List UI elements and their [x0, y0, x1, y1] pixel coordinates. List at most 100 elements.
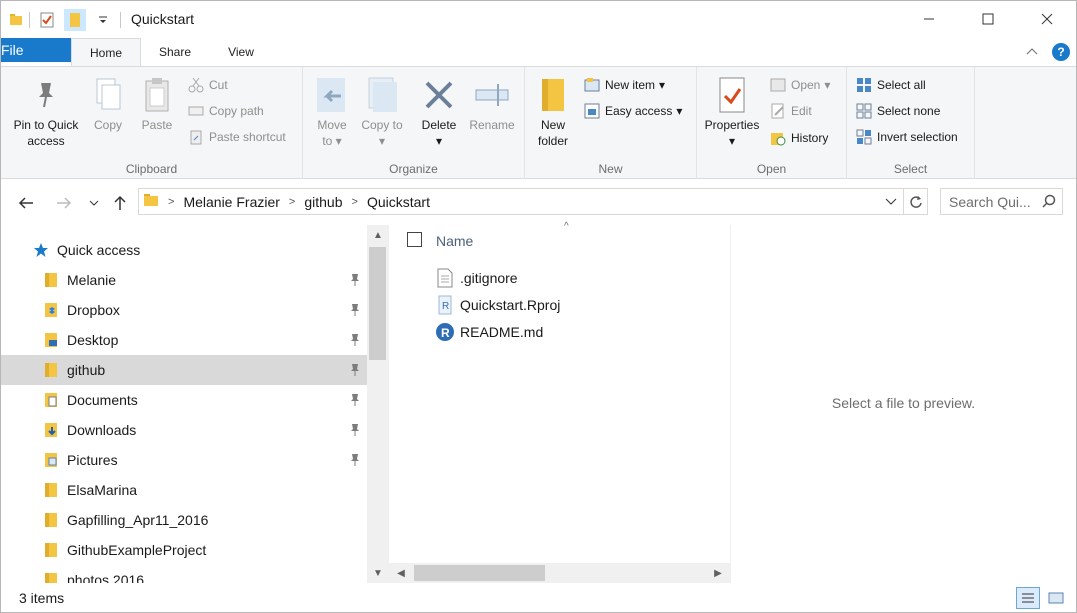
title-bar: Quickstart [1, 1, 1076, 38]
breadcrumb-github[interactable]: github [298, 194, 348, 210]
up-button[interactable] [109, 192, 131, 214]
file-row-readme[interactable]: R README.md [435, 320, 543, 344]
search-input[interactable]: Search Qui... [940, 188, 1063, 215]
nav-item-quick-access[interactable]: Quick access [1, 235, 367, 265]
hscroll-thumb[interactable] [414, 565, 545, 581]
rename-button[interactable]: Rename [465, 73, 519, 133]
up-arrow-icon [114, 195, 126, 210]
close-button[interactable] [1017, 1, 1076, 37]
move-to-icon [311, 73, 353, 117]
pin-icon[interactable] [349, 453, 361, 470]
edit-button[interactable]: Edit [769, 101, 812, 121]
move-to-button[interactable]: Move to ▾ [311, 73, 353, 149]
copy-button[interactable]: Copy [87, 73, 129, 133]
chevron-right-icon[interactable]: > [165, 196, 177, 208]
details-view-button[interactable] [1016, 587, 1040, 609]
select-all-button[interactable]: Select all [855, 75, 926, 95]
column-name[interactable]: Name [436, 233, 473, 249]
clipboard-group: Pin to Quick access Copy Paste Cut Copy … [1, 67, 303, 179]
scroll-right-icon[interactable]: ▶ [708, 563, 728, 583]
folder-icon [43, 512, 59, 531]
pin-to-quick-access-button[interactable]: Pin to Quick access [7, 73, 85, 149]
large-icons-view-button[interactable] [1044, 587, 1068, 609]
navigation-bar: > Melanie Frazier > github > Quickstart … [1, 180, 1076, 224]
nav-item-documents[interactable]: Documents [1, 385, 367, 415]
easy-access-button[interactable]: Easy access ▾ [583, 101, 682, 121]
new-folder-button[interactable]: New folder [531, 73, 575, 149]
new-item-button[interactable]: New item ▾ [583, 75, 665, 95]
open-button[interactable]: Open ▾ [769, 75, 830, 95]
preview-message: Select a file to preview. [831, 395, 976, 411]
tab-share[interactable]: Share [141, 38, 209, 66]
new-folder-qat-button[interactable] [64, 9, 86, 31]
pin-icon[interactable] [349, 273, 361, 290]
history-button[interactable]: History [769, 128, 828, 148]
ribbon-tabs: File Home Share View ? [1, 38, 1076, 67]
chevron-right-icon[interactable]: > [349, 196, 361, 208]
select-all-checkbox[interactable] [407, 232, 422, 247]
item-count: 3 items [19, 590, 65, 606]
cut-button[interactable]: Cut [187, 75, 228, 95]
organize-group: Move to ▾ Copy to ▾ Delete ▾ Rename Orga… [303, 67, 525, 179]
chevron-right-icon[interactable]: > [286, 196, 298, 208]
nav-item-downloads[interactable]: Downloads [1, 415, 367, 445]
scroll-left-icon[interactable]: ◀ [391, 563, 411, 583]
pin-icon[interactable] [349, 333, 361, 350]
nav-item-melanie[interactable]: Melanie [1, 265, 367, 295]
nav-item-dropbox[interactable]: Dropbox [1, 295, 367, 325]
back-button[interactable] [15, 192, 37, 214]
tab-file[interactable]: File [1, 38, 71, 62]
pin-icon[interactable] [349, 423, 361, 440]
column-header: ^ Name [389, 221, 730, 255]
address-bar[interactable]: > Melanie Frazier > github > Quickstart [138, 188, 928, 215]
clipboard-label: Clipboard [125, 162, 178, 176]
invert-selection-button[interactable]: Invert selection [855, 127, 958, 147]
maximize-button[interactable] [958, 1, 1017, 37]
file-list-hscrollbar[interactable]: ◀ ▶ [389, 563, 730, 583]
select-none-button[interactable]: Select none [855, 101, 940, 121]
scroll-up-icon[interactable]: ▲ [367, 225, 389, 245]
pin-icon[interactable] [349, 393, 361, 410]
tab-view[interactable]: View [209, 38, 273, 66]
pin-icon[interactable] [349, 363, 361, 380]
address-dropdown-chevron-icon[interactable] [879, 189, 903, 214]
nav-item-photos-2016[interactable]: photos 2016 [1, 565, 367, 583]
breadcrumb-user[interactable]: Melanie Frazier [177, 194, 285, 210]
pin-icon[interactable] [349, 303, 361, 320]
folder-icon [43, 542, 59, 561]
breadcrumb-quickstart[interactable]: Quickstart [361, 194, 436, 210]
forward-button[interactable] [53, 192, 75, 214]
refresh-icon[interactable] [903, 189, 927, 214]
nav-item-gapfilling[interactable]: Gapfilling_Apr11_2016 [1, 505, 367, 535]
collapse-ribbon-icon[interactable] [1026, 45, 1038, 59]
copy-to-button[interactable]: Copy to ▾ [361, 73, 403, 149]
scroll-thumb[interactable] [369, 247, 386, 360]
file-row-rproj[interactable]: R Quickstart.Rproj [435, 293, 560, 317]
properties-button[interactable]: Properties ▾ [701, 73, 763, 149]
nav-item-elsamarina[interactable]: ElsaMarina [1, 475, 367, 505]
select-none-icon [855, 102, 873, 120]
new-group: New folder New item ▾ Easy access ▾ New [525, 67, 697, 179]
scroll-down-icon[interactable]: ▼ [367, 563, 389, 583]
delete-button[interactable]: Delete ▾ [415, 73, 463, 149]
star-icon [33, 242, 49, 261]
file-row-gitignore[interactable]: .gitignore [435, 266, 518, 290]
minimize-button[interactable] [899, 1, 958, 37]
copy-path-button[interactable]: Copy path [187, 101, 264, 121]
nav-scrollbar[interactable]: ▲ ▼ [367, 225, 389, 583]
recent-locations-button[interactable] [83, 192, 105, 214]
customize-qat-chevron-icon[interactable] [92, 9, 114, 31]
nav-item-githubexampleproject[interactable]: GithubExampleProject [1, 535, 367, 565]
downloads-folder-icon [43, 422, 59, 441]
nav-item-desktop[interactable]: Desktop [1, 325, 367, 355]
invert-selection-icon [855, 128, 873, 146]
nav-item-github[interactable]: github [1, 355, 367, 385]
properties-qat-button[interactable] [36, 9, 58, 31]
tab-home[interactable]: Home [71, 38, 141, 67]
folder-icon [9, 12, 23, 29]
paste-shortcut-button[interactable]: Paste shortcut [187, 127, 286, 147]
help-icon[interactable]: ? [1052, 43, 1070, 61]
nav-item-pictures[interactable]: Pictures [1, 445, 367, 475]
pin-icon [7, 73, 85, 117]
paste-button[interactable]: Paste [135, 73, 179, 133]
